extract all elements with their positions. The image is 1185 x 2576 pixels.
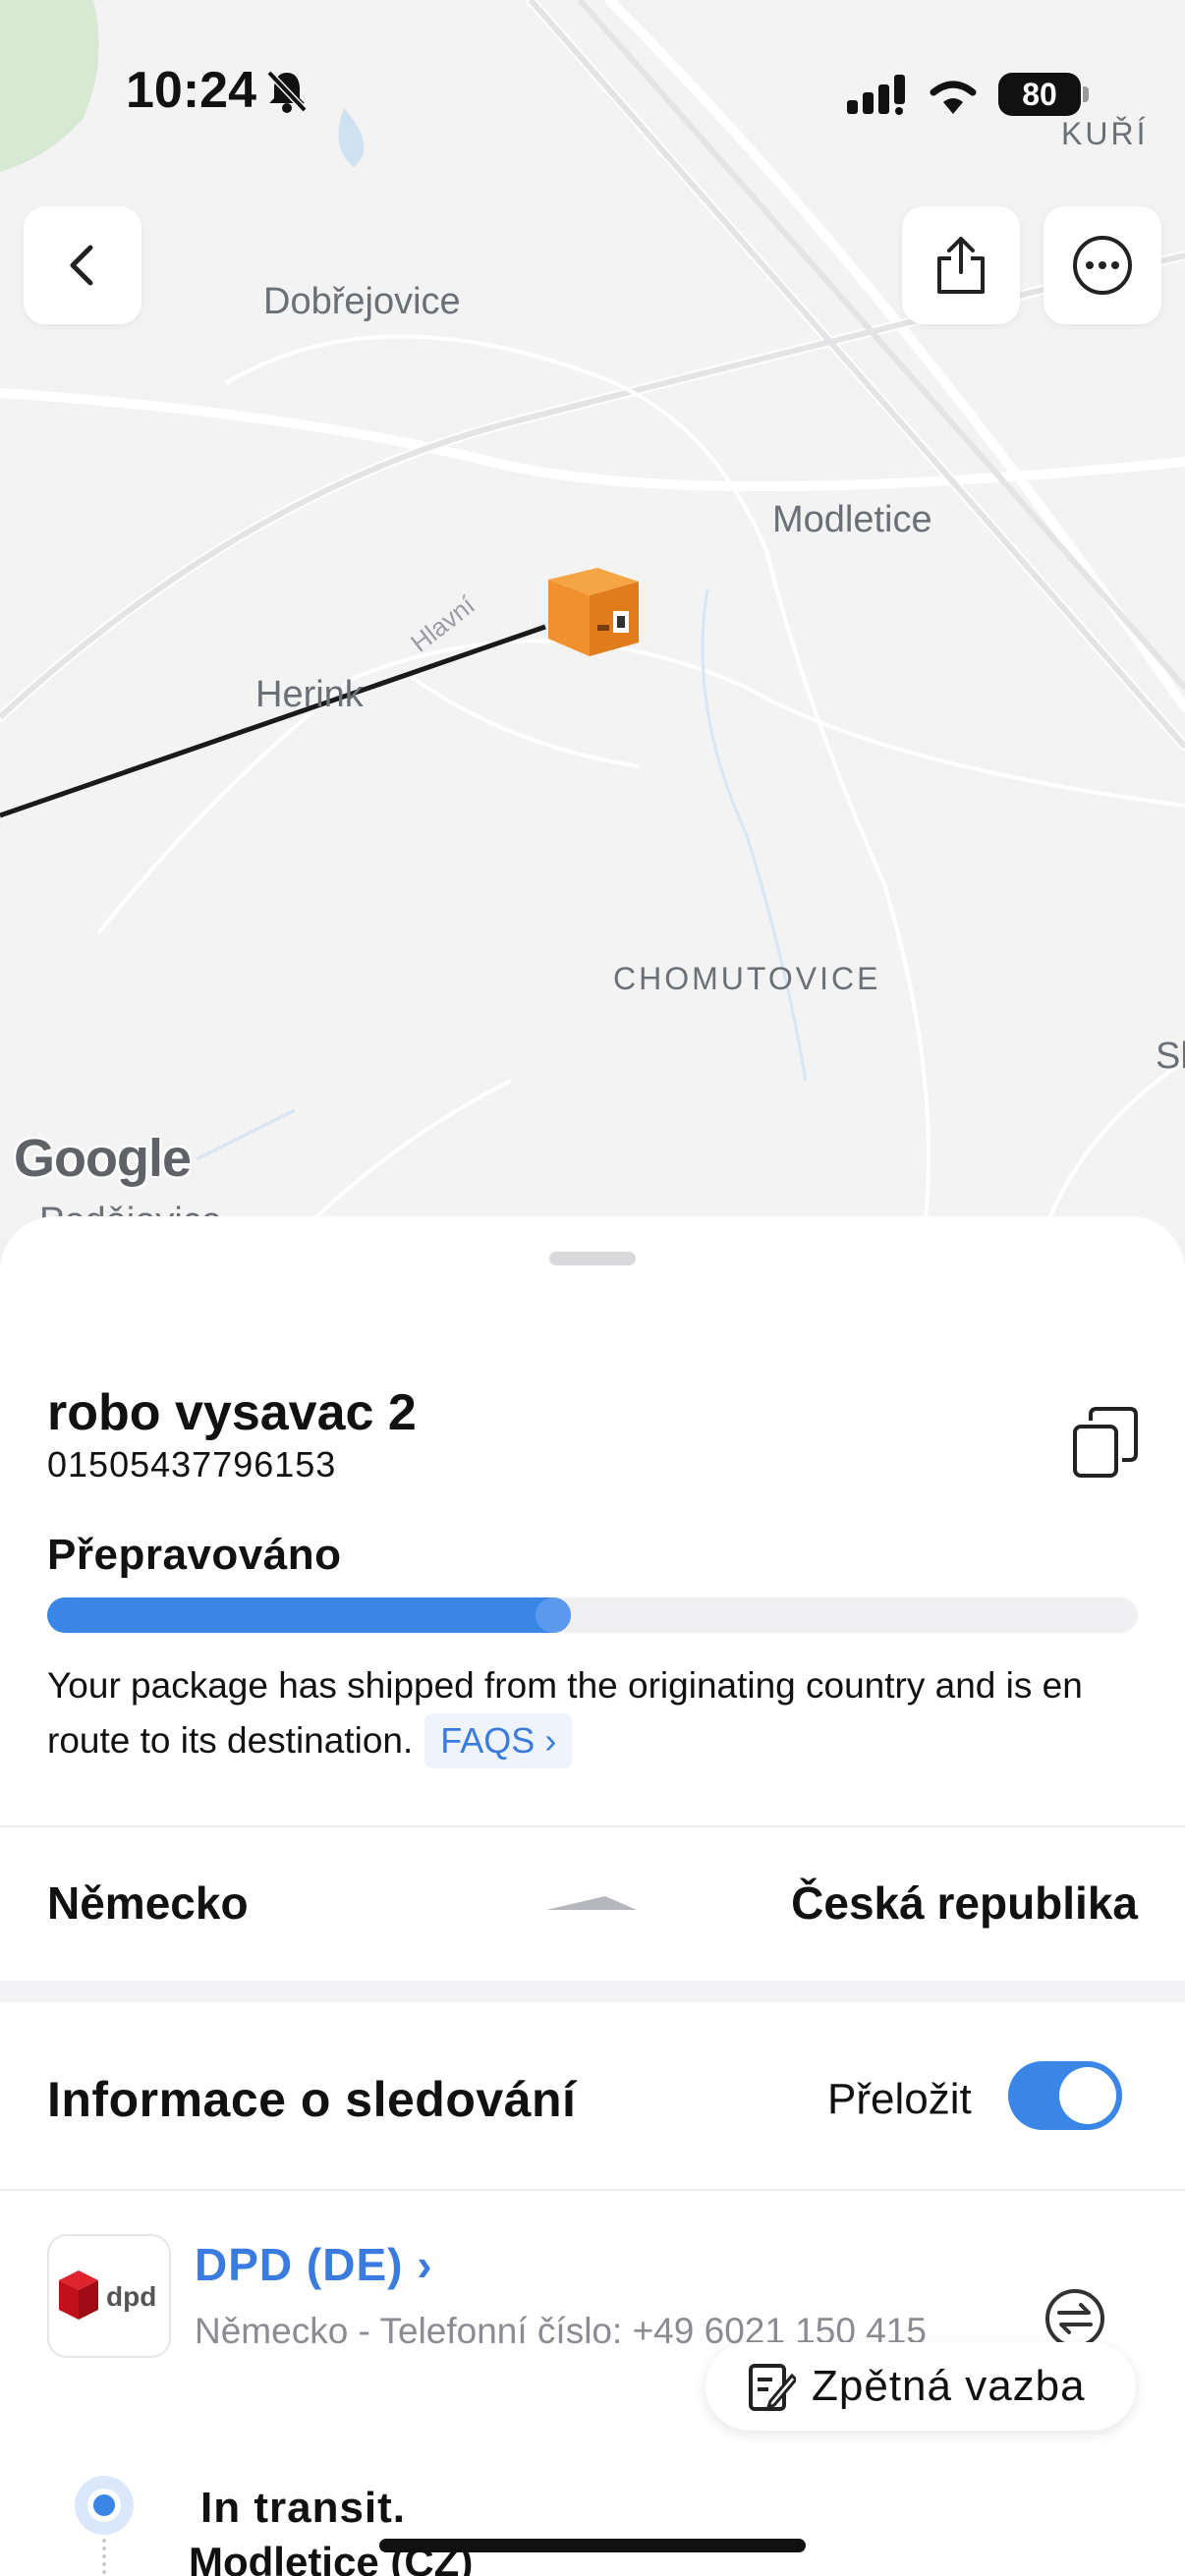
map-label-kuri: KUŘÍ [1061,116,1149,151]
timeline-dot-inner [87,2489,121,2522]
battery-cap [1083,86,1089,102]
divider [0,2189,1185,2191]
google-logo: Google [14,1129,192,1188]
map-label-herink: Herink [255,674,364,715]
bell-muted-icon [266,70,308,113]
progress-knob [535,1597,571,1633]
package-name: robo vysavac 2 [47,1384,417,1441]
cellular-signal-icon [847,75,905,115]
copy-icon[interactable] [1071,1405,1140,1480]
feedback-label: Zpětná vazba [812,2362,1086,2410]
wifi-icon [930,81,977,114]
map-label-modletice: Modletice [772,499,932,540]
home-indicator[interactable] [379,2539,806,2552]
progress-fill [47,1597,571,1633]
faqs-link[interactable]: FAQS › [424,1713,573,1768]
dpd-logo-text: dpd [106,2281,156,2312]
feedback-edit-icon [749,2364,796,2411]
map-view[interactable]: Dobřejovice Modletice Herink CHOMUTOVICE… [0,0,1185,1238]
section-separator [0,1981,1185,2002]
status-time: 10:24 [126,62,256,119]
shipment-status: Přepravováno [47,1531,342,1579]
switch-carrier-icon[interactable] [1044,2287,1106,2350]
status-description: Your package has shipped from the origin… [47,1658,1148,1768]
timeline-connector [102,2539,110,2576]
feedback-button[interactable]: Zpětná vazba [705,2342,1136,2431]
chevron-left-icon [70,245,93,286]
sheet-drag-handle[interactable] [549,1252,636,1265]
timeline-current-dot [75,2476,134,2535]
carrier-name-link[interactable]: DPD (DE) › [195,2238,433,2291]
destination-country: Česká republika [791,1877,1138,1929]
tracking-number: 01505437796153 [47,1444,337,1484]
tracking-info-title: Informace o sledování [47,2072,577,2127]
map-label-edge: Sl [1156,1036,1185,1077]
route-arrow-icon [546,1896,637,1910]
map-label-chomutovice: CHOMUTOVICE [613,961,881,996]
back-button[interactable] [24,206,141,324]
map-label-dobrejovice: Dobřejovice [263,281,461,322]
more-options-button[interactable] [1044,206,1161,324]
dpd-logo-icon: dpd [59,2270,156,2320]
share-button[interactable] [902,206,1020,324]
share-icon [937,237,985,294]
translate-toggle[interactable] [1008,2061,1122,2130]
package-marker-icon[interactable] [540,562,643,658]
route-row: Německo Česká republika [0,1825,1185,1981]
event-title: In transit. [200,2484,407,2532]
more-dots-icon [1073,236,1132,295]
carrier-logo[interactable]: dpd [47,2234,171,2358]
progress-bar [47,1597,1138,1633]
toggle-knob [1059,2067,1116,2124]
origin-country: Německo [47,1877,249,1929]
battery-indicator: 80 [998,73,1081,116]
translate-label: Přeložit [827,2075,972,2123]
package-details-sheet: robo vysavac 2 01505437796153 Přepravová… [0,1216,1185,2576]
